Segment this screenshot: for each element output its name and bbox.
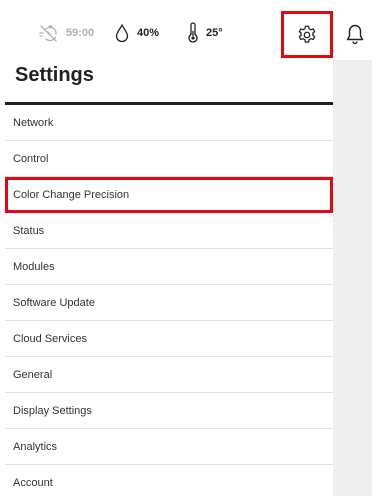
settings-button[interactable] bbox=[281, 11, 333, 58]
thermometer-icon bbox=[188, 22, 198, 43]
humidity-status: 40% bbox=[114, 22, 159, 44]
menu-item-general[interactable]: General bbox=[5, 357, 333, 393]
menu-item-analytics[interactable]: Analytics bbox=[5, 429, 333, 465]
notifications-button[interactable] bbox=[345, 22, 365, 46]
menu-item-network[interactable]: Network bbox=[5, 105, 333, 141]
page-title: Settings bbox=[15, 64, 94, 86]
water-drop-icon bbox=[115, 23, 129, 43]
temperature-status: 25° bbox=[186, 22, 223, 44]
menu-item-cloud-services[interactable]: Cloud Services bbox=[5, 321, 333, 357]
gear-icon bbox=[298, 25, 316, 43]
bell-icon bbox=[346, 24, 364, 45]
settings-menu: Network Control Color Change Precision S… bbox=[5, 105, 333, 496]
menu-item-color-change-precision[interactable]: Color Change Precision bbox=[5, 177, 333, 213]
content-panel bbox=[333, 60, 372, 496]
menu-item-display-settings[interactable]: Display Settings bbox=[5, 393, 333, 429]
menu-item-control[interactable]: Control bbox=[5, 141, 333, 177]
temperature-value: 25° bbox=[206, 27, 223, 39]
timer-status: 59:00 bbox=[37, 22, 94, 44]
menu-item-modules[interactable]: Modules bbox=[5, 249, 333, 285]
menu-item-status[interactable]: Status bbox=[5, 213, 333, 249]
humidity-value: 40% bbox=[137, 27, 160, 39]
menu-item-software-update[interactable]: Software Update bbox=[5, 285, 333, 321]
timer-off-icon bbox=[39, 25, 57, 42]
timer-value: 59:00 bbox=[66, 27, 95, 39]
status-bar: 59:00 40% 25° bbox=[0, 0, 372, 60]
menu-item-account[interactable]: Account bbox=[5, 465, 333, 496]
